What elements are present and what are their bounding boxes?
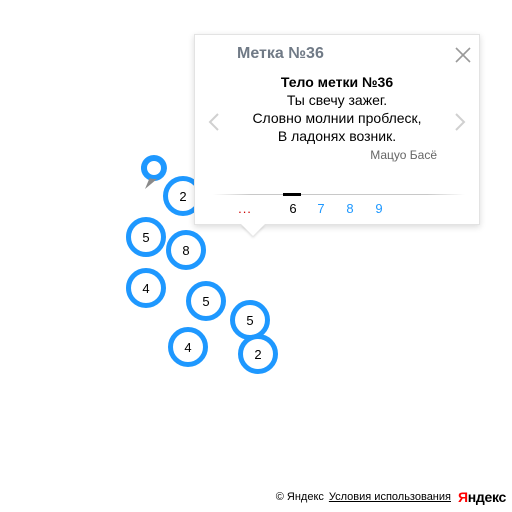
copyright-text: © Яндекс xyxy=(275,491,324,503)
placemark-pin-icon[interactable] xyxy=(141,155,171,193)
pager-page-6[interactable]: 6 xyxy=(283,201,303,216)
cluster-marker[interactable]: 2 xyxy=(238,334,278,374)
pager-page-7[interactable]: 7 xyxy=(311,201,331,216)
pager-page-9[interactable]: 9 xyxy=(369,201,389,216)
terms-of-use-link[interactable]: Условия использования xyxy=(329,491,451,503)
chevron-left-icon[interactable] xyxy=(207,111,221,133)
balloon-body-line: В ладонях возник. xyxy=(277,128,397,144)
balloon-tail xyxy=(241,224,265,236)
chevron-right-icon[interactable] xyxy=(453,111,467,133)
close-icon[interactable] xyxy=(453,45,473,65)
yandex-logo[interactable]: Яндекс xyxy=(458,489,506,505)
cluster-marker[interactable]: 4 xyxy=(168,327,208,367)
balloon-body-header: Тело метки №36 xyxy=(280,74,394,90)
cluster-marker[interactable]: 8 xyxy=(166,230,206,270)
pager-active-indicator xyxy=(283,193,301,196)
yandex-logo-rest: ндекс xyxy=(467,489,507,505)
map-copyrights: © Яндекс Условия использования Яндекс xyxy=(275,489,507,505)
balloon-footer: Мацуо Басё xyxy=(370,148,437,162)
placemark-balloon: Метка №36 Тело метки №36 Ты свечу зажег.… xyxy=(194,34,480,225)
yandex-logo-first-letter: Я xyxy=(457,489,468,505)
balloon-body-line: Ты свечу зажег. xyxy=(286,92,388,108)
pager-page-8[interactable]: 8 xyxy=(340,201,360,216)
cluster-marker[interactable]: 5 xyxy=(186,281,226,321)
pager-divider xyxy=(213,194,465,195)
map-canvas[interactable]: 2 5 8 4 5 5 4 2 Метка №36 Тело метки №36… xyxy=(0,0,512,512)
cluster-marker[interactable]: 4 xyxy=(126,268,166,308)
pager-ellipsis[interactable]: ... xyxy=(235,201,255,216)
balloon-body-line: Словно молнии проблеск, xyxy=(252,110,422,126)
balloon-title: Метка №36 xyxy=(237,45,324,62)
balloon-body: Тело метки №36 Ты свечу зажег. Словно мо… xyxy=(235,73,439,145)
cluster-marker[interactable]: 5 xyxy=(126,217,166,257)
